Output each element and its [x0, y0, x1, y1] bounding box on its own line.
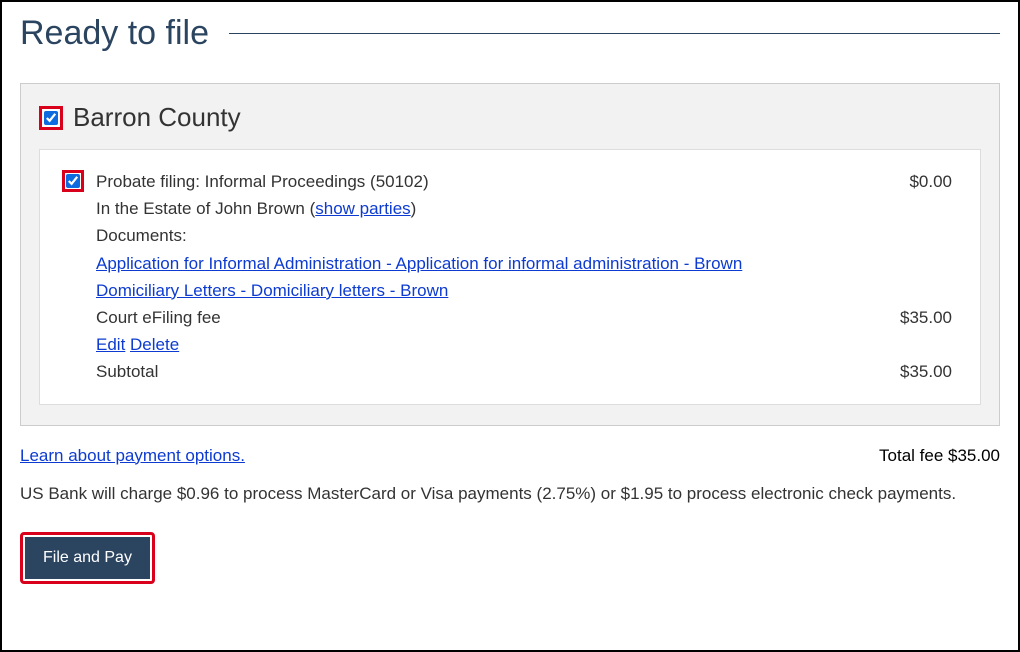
- show-parties-link[interactable]: show parties: [315, 199, 410, 218]
- filing-title-row: Probate filing: Informal Proceedings (50…: [96, 168, 952, 195]
- title-row: Ready to file: [20, 14, 1000, 53]
- filing-title: Probate filing: Informal Proceedings (50…: [96, 168, 429, 195]
- subtotal-label: Subtotal: [96, 358, 158, 385]
- total-row: Learn about payment options. Total fee $…: [20, 446, 1000, 466]
- estate-line: In the Estate of John Brown (show partie…: [96, 195, 952, 222]
- page-title: Ready to file: [20, 14, 209, 53]
- efiling-amount: $35.00: [900, 304, 952, 331]
- file-pay-highlight: File and Pay: [20, 532, 155, 584]
- filing-amount: $0.00: [909, 168, 952, 195]
- county-checkbox-highlight: [39, 106, 63, 130]
- efiling-row: Court eFiling fee $35.00: [96, 304, 952, 331]
- filing-panel: Probate filing: Informal Proceedings (50…: [39, 149, 981, 405]
- documents-label: Documents:: [96, 222, 952, 249]
- edit-delete-row: Edit Delete: [96, 331, 952, 358]
- document-link-2[interactable]: Domiciliary Letters - Domiciliary letter…: [96, 281, 448, 300]
- bank-note: US Bank will charge $0.96 to process Mas…: [20, 484, 1000, 504]
- county-panel: Barron County Probate filing: Informal P…: [20, 83, 1000, 426]
- filing-checkbox-highlight: [62, 170, 84, 192]
- subtotal-row: Subtotal $35.00: [96, 358, 952, 385]
- edit-link[interactable]: Edit: [96, 335, 125, 354]
- delete-link[interactable]: Delete: [130, 335, 179, 354]
- estate-close: ): [411, 199, 417, 218]
- title-divider: [229, 33, 1000, 34]
- subtotal-amount: $35.00: [900, 358, 952, 385]
- file-and-pay-button[interactable]: File and Pay: [25, 537, 150, 579]
- estate-text: In the Estate of John Brown (: [96, 199, 315, 218]
- county-name: Barron County: [73, 102, 241, 133]
- county-header: Barron County: [39, 102, 981, 133]
- filing-checkbox[interactable]: [66, 174, 80, 188]
- efiling-label: Court eFiling fee: [96, 304, 221, 331]
- county-checkbox[interactable]: [44, 111, 58, 125]
- document-link-1[interactable]: Application for Informal Administration …: [96, 254, 742, 273]
- total-fee: Total fee $35.00: [879, 446, 1000, 466]
- learn-payment-link[interactable]: Learn about payment options.: [20, 446, 245, 466]
